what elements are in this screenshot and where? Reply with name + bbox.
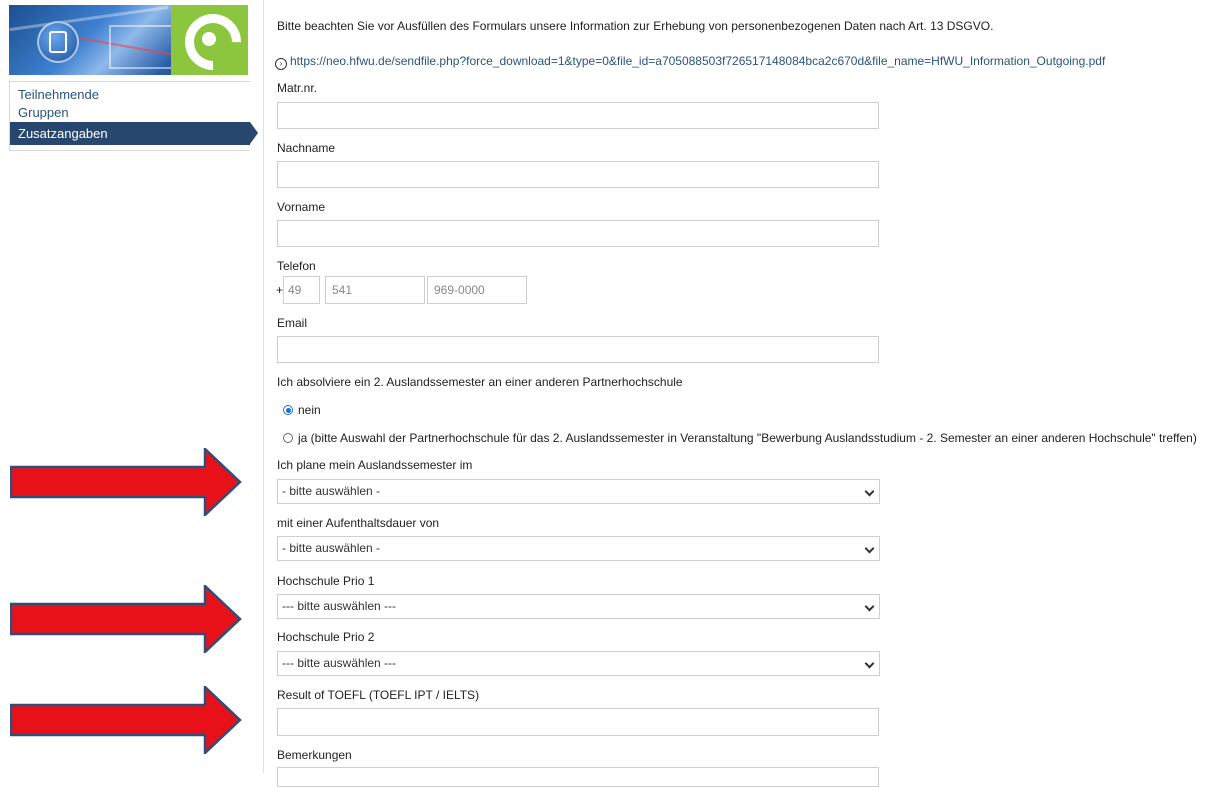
logo-dot-icon bbox=[202, 32, 216, 46]
nachname-input[interactable] bbox=[277, 161, 879, 188]
chevron-down-icon bbox=[864, 486, 875, 497]
prio2-label: Hochschule Prio 2 bbox=[277, 630, 375, 644]
chevron-down-icon bbox=[864, 601, 875, 612]
annotation-arrow-1 bbox=[10, 448, 242, 516]
annotation-arrow-2-shape bbox=[10, 585, 242, 653]
matr-input[interactable] bbox=[277, 102, 879, 129]
prio1-select-value: --- bitte auswählen --- bbox=[282, 599, 397, 613]
matr-label: Matr.nr. bbox=[277, 81, 318, 95]
annotation-arrow-3-shape bbox=[10, 686, 242, 754]
annotation-arrow-3 bbox=[10, 686, 242, 754]
radio-ja-icon[interactable] bbox=[283, 433, 293, 443]
logo-decor bbox=[109, 25, 173, 69]
vorname-input[interactable] bbox=[277, 220, 879, 247]
chevron-down-icon bbox=[864, 543, 875, 554]
plan-select[interactable]: - bitte auswählen - bbox=[277, 479, 880, 504]
privacy-info-link[interactable]: › https://neo.hfwu.de/sendfile.php?force_… bbox=[275, 54, 1105, 70]
bemerkungen-textarea[interactable] bbox=[277, 767, 879, 787]
plan-label: Ich plane mein Auslandssemester im bbox=[277, 458, 473, 472]
radio-ja-label: ja (bitte Auswahl der Partnerhochschule … bbox=[298, 431, 1197, 445]
logo-mark bbox=[171, 5, 248, 75]
sidebar-nav: Teilnehmende Gruppen Zusatzangaben bbox=[9, 81, 258, 151]
user-icon bbox=[37, 21, 79, 63]
privacy-notice: Bitte beachten Sie vor Ausfüllen des For… bbox=[277, 19, 994, 33]
telefon-label: Telefon bbox=[277, 259, 316, 273]
semester2-label: Ich absolviere ein 2. Auslandssemester a… bbox=[277, 375, 683, 389]
annotation-arrow-1-shape bbox=[10, 448, 242, 516]
radio-nein-label: nein bbox=[298, 403, 321, 417]
radio-option-nein[interactable]: nein bbox=[283, 403, 321, 417]
privacy-info-url[interactable]: https://neo.hfwu.de/sendfile.php?force_d… bbox=[290, 54, 1105, 68]
vorname-label: Vorname bbox=[277, 200, 326, 214]
hfwu-logo[interactable] bbox=[9, 5, 248, 75]
prio2-select-value: --- bitte auswählen --- bbox=[282, 656, 397, 670]
prio1-select[interactable]: --- bitte auswählen --- bbox=[277, 594, 880, 619]
bemerkungen-label: Bemerkungen bbox=[277, 748, 352, 762]
toefl-input[interactable] bbox=[277, 708, 879, 736]
plan-select-value: - bitte auswählen - bbox=[282, 484, 381, 498]
dauer-select-value: - bitte auswählen - bbox=[282, 541, 381, 555]
email-label: Email bbox=[277, 316, 308, 330]
telefon-plus-sign: + bbox=[276, 283, 284, 297]
column-divider bbox=[263, 0, 264, 773]
dauer-label: mit einer Aufenthaltsdauer von bbox=[277, 516, 440, 530]
telefon-number-input[interactable] bbox=[427, 276, 527, 304]
sidebar-item-zusatzangaben[interactable]: Zusatzangaben bbox=[10, 122, 258, 145]
email-input[interactable] bbox=[277, 336, 879, 363]
prio2-select[interactable]: --- bitte auswählen --- bbox=[277, 651, 880, 676]
sidebar-item-gruppen[interactable]: Gruppen bbox=[10, 104, 250, 122]
radio-option-ja[interactable]: ja (bitte Auswahl der Partnerhochschule … bbox=[283, 431, 1197, 445]
prio1-label: Hochschule Prio 1 bbox=[277, 574, 375, 588]
chevron-down-icon bbox=[864, 658, 875, 669]
telefon-area-input[interactable] bbox=[325, 276, 425, 304]
telefon-country-input[interactable] bbox=[283, 276, 320, 304]
arrow-circle-icon: › bbox=[275, 58, 287, 70]
radio-nein-icon[interactable] bbox=[283, 405, 293, 415]
annotation-arrow-2 bbox=[10, 585, 242, 653]
toefl-label: Result of TOEFL (TOEFL IPT / IELTS) bbox=[277, 688, 480, 702]
dauer-select[interactable]: - bitte auswählen - bbox=[277, 536, 880, 561]
nachname-label: Nachname bbox=[277, 141, 336, 155]
sidebar-item-teilnehmende[interactable]: Teilnehmende bbox=[10, 86, 250, 104]
